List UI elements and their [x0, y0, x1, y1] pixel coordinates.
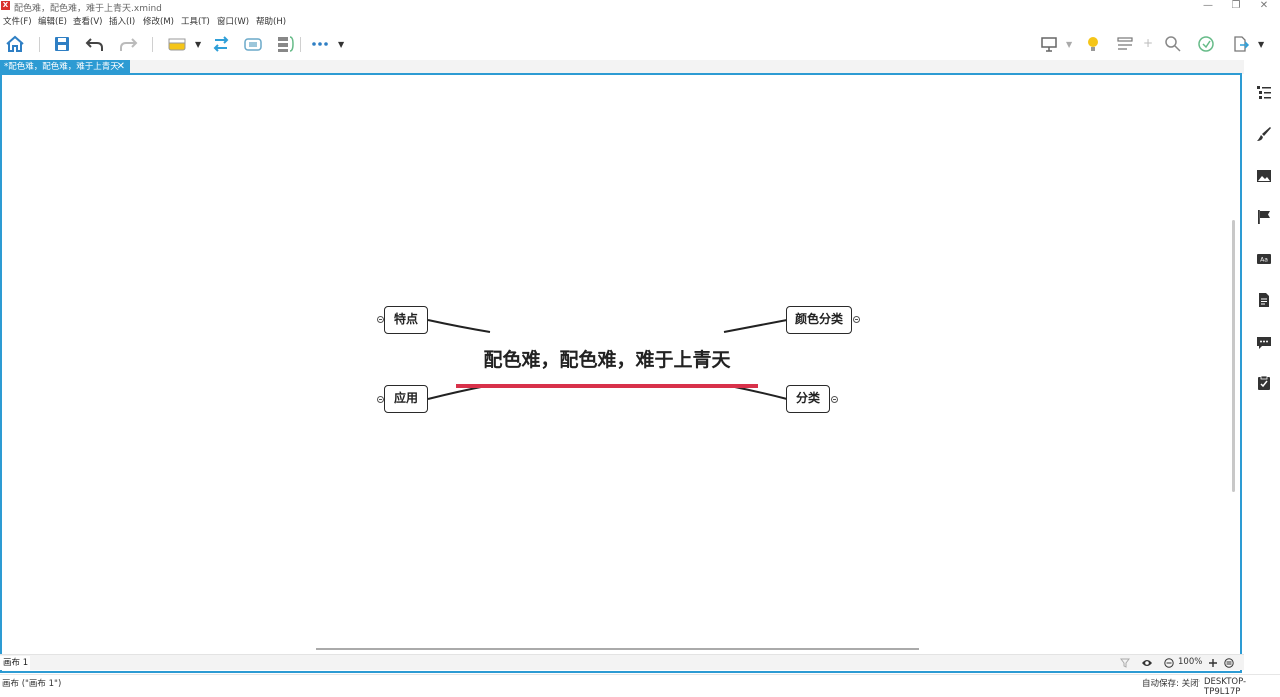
- collapse-toggle-icon[interactable]: [377, 316, 384, 323]
- vertical-scrollbar[interactable]: [1232, 220, 1235, 492]
- zoom-out-icon[interactable]: [1164, 658, 1174, 668]
- autosave-status[interactable]: 自动保存: 关闭: [1142, 677, 1199, 689]
- svg-text:Aa: Aa: [1260, 257, 1268, 264]
- branch-line-top-right: [723, 319, 788, 333]
- format-brush-icon[interactable]: [1256, 126, 1272, 142]
- connection-dot-icon: ◦: [1196, 677, 1202, 687]
- collapse-toggle-icon[interactable]: [831, 396, 838, 403]
- machine-name: DESKTOP-TP9L17P: [1204, 677, 1247, 697]
- horizontal-scrollbar[interactable]: [316, 648, 919, 650]
- zoom-in-icon[interactable]: [1208, 658, 1218, 668]
- right-sidebar: Aa: [1246, 74, 1280, 674]
- bottom-info-bar: 画布 ("画布 1") 自动保存: 关闭 ◦ DESKTOP-TP9L17P: [0, 674, 1280, 697]
- task-icon[interactable]: [1256, 375, 1272, 391]
- marker-flag-icon[interactable]: [1256, 209, 1272, 225]
- sticker-icon[interactable]: Aa: [1256, 251, 1272, 267]
- topic-color-classification[interactable]: 颜色分类: [786, 306, 852, 334]
- sheet-tab[interactable]: 画布 1: [0, 656, 30, 670]
- status-bar: 画布 1 100%: [0, 654, 1244, 670]
- topic-features[interactable]: 特点: [384, 306, 428, 334]
- notes-icon[interactable]: [1256, 292, 1272, 308]
- collapse-toggle-icon[interactable]: [853, 316, 860, 323]
- outline-panel-icon[interactable]: [1256, 84, 1272, 100]
- central-topic[interactable]: 配色难，配色难，难于上青天: [462, 345, 752, 375]
- central-topic-underline: [456, 384, 758, 388]
- fit-map-icon[interactable]: [1224, 658, 1234, 668]
- branch-line-top-left: [427, 319, 491, 333]
- topic-classification[interactable]: 分类: [786, 385, 830, 413]
- eye-icon[interactable]: [1141, 658, 1153, 668]
- comments-icon[interactable]: [1256, 334, 1272, 350]
- sheet-info: 画布 ("画布 1"): [2, 679, 62, 689]
- topic-application[interactable]: 应用: [384, 385, 428, 413]
- collapse-toggle-icon[interactable]: [377, 396, 384, 403]
- zoom-level: 100%: [1178, 657, 1203, 667]
- image-icon[interactable]: [1256, 168, 1272, 184]
- filter-icon[interactable]: [1120, 658, 1130, 668]
